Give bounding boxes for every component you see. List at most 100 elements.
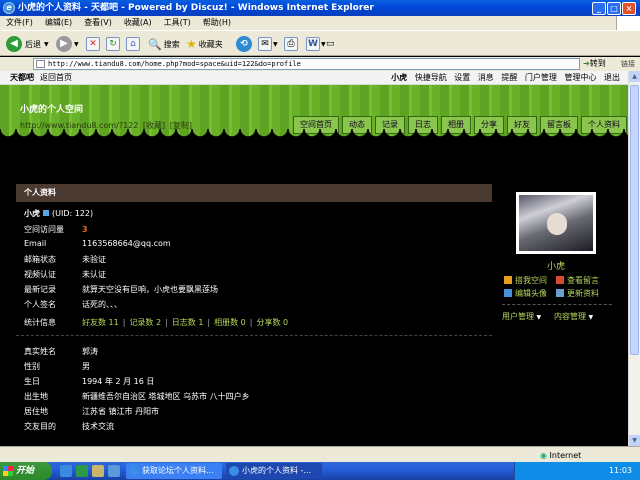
dropdown-icon[interactable]: ▼ (44, 41, 49, 48)
clock[interactable]: 11:03 (609, 466, 632, 475)
stat-blogs[interactable]: 日志数 1 (172, 318, 204, 327)
system-tray: 11:03 (514, 462, 640, 480)
ie-icon (129, 466, 139, 476)
menu-label: 内容管理 (554, 312, 586, 321)
menu-favorites[interactable]: 收藏(A) (118, 16, 158, 30)
nav-quick[interactable]: 快捷导航 (415, 73, 447, 82)
label: 真实姓名 (24, 347, 56, 356)
maximize-button[interactable]: □ (607, 2, 621, 15)
avatar[interactable] (516, 192, 596, 254)
action-view-messages[interactable]: 查看留言 (556, 275, 599, 286)
forward-arrow-icon: ▶ (56, 36, 72, 52)
back-home-link[interactable]: 返回首页 (40, 73, 72, 82)
dropdown-icon[interactable]: ▼ (321, 41, 326, 48)
address-url: http://www.tiandu8.com/home.php?mod=spac… (48, 60, 301, 68)
dropdown-icon[interactable]: ▼ (273, 41, 278, 48)
action-update-profile[interactable]: 更新资料 (556, 288, 599, 299)
stat-records[interactable]: 记录数 2 (129, 318, 161, 327)
back-arrow-icon: ◀ (6, 36, 22, 52)
go-label: 转到 (589, 59, 606, 68)
menu-view[interactable]: 查看(V) (78, 16, 118, 30)
label: 交友目的 (24, 422, 56, 431)
row-stats: 统计信息 好友数 11 | 记录数 2 | 日志数 1 | 相册数 0 | 分享数 0 (24, 318, 289, 327)
section-header: 个人资料 (16, 184, 492, 202)
sidebar-divider (502, 304, 612, 305)
nav-reminders[interactable]: 提醒 (501, 73, 517, 82)
links-button[interactable]: 链接 (621, 59, 635, 69)
menu-tools[interactable]: 工具(T) (158, 16, 197, 30)
go-button[interactable]: ➜转到 (583, 58, 606, 69)
profile-username[interactable]: 小虎 (24, 209, 40, 218)
divider (16, 335, 492, 336)
menu-edit[interactable]: 编辑(E) (39, 16, 78, 30)
nav-settings[interactable]: 设置 (454, 73, 470, 82)
history-button[interactable]: ⟲ (236, 35, 252, 53)
mail-icon: ✉ (258, 37, 272, 51)
label: Email (24, 239, 47, 248)
forward-button[interactable]: ▶ ▼ (56, 35, 79, 53)
site-name[interactable]: 天都吧 (10, 73, 34, 82)
current-user[interactable]: 小虎 (391, 73, 407, 82)
search-button[interactable]: 🔍 搜索 (148, 35, 180, 53)
task-button-1[interactable]: 获取论坛个人资料... (126, 463, 222, 479)
search-label: 搜索 (163, 39, 180, 49)
value: 未验证 (82, 255, 106, 264)
vertical-scrollbar[interactable]: ▲ ▼ (628, 71, 640, 446)
dropdown-icon[interactable]: ▼ (74, 41, 79, 48)
minimize-button[interactable]: _ (592, 2, 606, 15)
refresh-button[interactable]: ↻ (106, 35, 120, 53)
stat-shares[interactable]: 分享数 0 (256, 318, 288, 327)
address-input[interactable]: http://www.tiandu8.com/home.php?mod=spac… (33, 58, 580, 70)
row-residence: 居住地 江苏省 镇江市 丹阳市 (24, 406, 159, 417)
favorites-button[interactable]: ★ 收藏夹 (186, 35, 223, 53)
nav-logout[interactable]: 退出 (604, 73, 620, 82)
menu-label: 用户管理 (502, 312, 534, 321)
content-manage-menu[interactable]: 内容管理 ▼ (554, 311, 593, 322)
stat-albums[interactable]: 相册数 0 (214, 318, 246, 327)
home-icon: ⌂ (126, 37, 140, 51)
stop-button[interactable]: ✕ (86, 35, 100, 53)
scroll-up-button[interactable]: ▲ (629, 71, 640, 82)
desktop-quicklaunch-icon[interactable] (108, 465, 120, 477)
task-button-2[interactable]: 小虎的个人资料 -... (226, 463, 322, 479)
folder-quicklaunch-icon[interactable] (92, 465, 104, 477)
row-gender: 性别 男 (24, 361, 90, 372)
scroll-thumb[interactable] (630, 85, 639, 355)
image-icon (504, 289, 512, 297)
ie-quicklaunch-icon[interactable] (60, 465, 72, 477)
user-manage-menu[interactable]: 用户管理 ▼ (502, 311, 541, 322)
value: 话死的、、、 (82, 300, 122, 309)
nav-admin-center[interactable]: 管理中心 (564, 73, 596, 82)
action-label: 查看留言 (567, 276, 599, 285)
print-button[interactable]: ⎙ (284, 35, 298, 53)
title-bar: e 小虎的个人资料 - 天都吧 - Powered by Discuz! - W… (0, 0, 640, 16)
discuss-button[interactable]: ▭ (326, 35, 335, 53)
home-button[interactable]: ⌂ (126, 35, 140, 53)
back-label: 后退 (25, 39, 41, 49)
label: 邮箱状态 (24, 255, 56, 264)
start-button[interactable]: 开始 (0, 462, 52, 480)
back-button[interactable]: ◀ 后退 ▼ (6, 35, 49, 53)
row-visits: 空间访问量 3 (24, 224, 88, 235)
space-title[interactable]: 小虎的个人空间 (20, 102, 83, 115)
go-arrow-icon: ➜ (583, 59, 590, 68)
nav-portal-admin[interactable]: 门户管理 (525, 73, 557, 82)
status-bar: ◉ Internet (0, 446, 640, 462)
stat-friends[interactable]: 好友数 11 (82, 318, 119, 327)
menu-help[interactable]: 帮助(H) (197, 16, 237, 30)
row-video: 视频认证 未认证 (24, 269, 106, 280)
label: 个人签名 (24, 300, 56, 309)
media-quicklaunch-icon[interactable] (76, 465, 88, 477)
action-visit-space[interactable]: 搭我空间 (504, 275, 547, 286)
mail-button[interactable]: ✉ ▼ (258, 35, 278, 53)
print-icon: ⎙ (284, 37, 298, 51)
row-email: Email 1163568664@qq.com (24, 239, 171, 248)
action-edit-avatar[interactable]: 编辑头像 (504, 288, 547, 299)
edit-button[interactable]: W ▼ (306, 35, 326, 53)
menu-file[interactable]: 文件(F) (0, 16, 39, 30)
sidebar-username[interactable]: 小虎 (516, 259, 596, 272)
toolbar: ◀ 后退 ▼ ▶ ▼ ✕ ↻ ⌂ 🔍 搜索 ★ 收藏夹 ⟲ ✉ ▼ ⎙ W ▼ ▭ (0, 30, 640, 56)
scroll-down-button[interactable]: ▼ (629, 435, 640, 446)
nav-messages[interactable]: 消息 (478, 73, 494, 82)
close-button[interactable]: × (622, 2, 636, 15)
